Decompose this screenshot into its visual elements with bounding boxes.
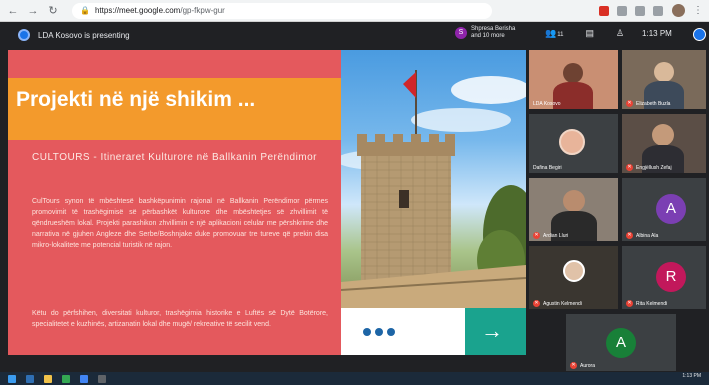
mic-off-icon: ✕ — [570, 362, 577, 369]
participant-name: LDA Kosovo — [533, 101, 561, 107]
participant-name: Albina Ala — [636, 232, 659, 239]
participant-name: Rita Kelmendi — [636, 300, 668, 307]
chip-avatar: S — [455, 27, 467, 39]
more-vert-icon[interactable]: ⋮ — [693, 5, 703, 16]
url-host: https://meet.google.com — [94, 6, 181, 15]
presenter-avatar — [18, 29, 30, 41]
presentation-slide: Projekti në një shikim ... CULTOURS - It… — [8, 50, 526, 355]
presenting-label: LDA Kosovo is presenting — [38, 30, 130, 40]
slide-body-2: Këtu do përfshihen, diversitati kulturor… — [32, 310, 328, 328]
participant-tile[interactable]: ✕ Agustin Kelmendi — [529, 246, 618, 309]
address-bar[interactable]: 🔒 https://meet.google.com /gp-fkpw-gur — [72, 2, 492, 19]
participant-tile[interactable]: ✕ Ardian Lluri — [529, 178, 618, 241]
windows-start-icon[interactable] — [8, 374, 16, 383]
castle-photo — [341, 50, 526, 308]
people-icon[interactable]: 👥11 — [545, 28, 563, 39]
participants-chip[interactable]: S Shpresa Berisha and 10 more — [455, 26, 515, 40]
slide-dot — [363, 328, 371, 336]
file-explorer-icon[interactable] — [44, 374, 52, 383]
participant-tile[interactable]: LDA Kosovo — [529, 50, 618, 109]
lock-icon: 🔒 — [80, 6, 90, 15]
mic-off-icon: ✕ — [626, 300, 633, 307]
reload-icon[interactable]: ↻ — [46, 4, 60, 18]
mic-off-icon: ✕ — [533, 300, 540, 307]
chip-line-2: and 10 more — [471, 33, 505, 39]
slide-dot — [387, 328, 395, 336]
mic-off-icon: ✕ — [626, 232, 633, 239]
extension-icon[interactable] — [635, 5, 645, 16]
meet-window: ← → ↻ 🔒 https://meet.google.com /gp-fkpw… — [0, 0, 709, 385]
browser-toolbar: ← → ↻ 🔒 https://meet.google.com /gp-fkpw… — [0, 0, 709, 22]
slide-dots-box — [341, 308, 465, 355]
meeting-time: 1:13 PM — [642, 29, 672, 38]
participant-tile[interactable]: A ✕ Aurora — [566, 314, 676, 371]
extension-icon[interactable] — [617, 5, 627, 16]
participant-tile[interactable]: ✕ Engjëllush Zefaj — [622, 114, 706, 173]
participant-avatar — [559, 129, 585, 155]
participant-name: Aurora — [580, 362, 596, 369]
slide-title: Projekti në një shikim ... — [16, 88, 256, 111]
participant-name: Agustin Kelmendi — [543, 300, 582, 307]
activities-icon[interactable]: ♙ — [616, 28, 624, 39]
back-arrow-icon[interactable]: ← — [6, 4, 20, 18]
url-path: /gp-fkpw-gur — [180, 6, 225, 15]
slide-pagination — [363, 328, 399, 336]
slide-body: CulTours synon të mbështesë bashkëpunimi… — [32, 198, 328, 249]
participant-name: Ardian Lluri — [543, 232, 569, 239]
app-icon[interactable] — [80, 374, 88, 383]
extension-icon[interactable] — [653, 5, 663, 16]
task-view-icon[interactable] — [26, 374, 34, 383]
mic-off-icon: ✕ — [626, 100, 633, 107]
participant-name: Elizabeth Buzla — [636, 100, 671, 107]
chip-line-1: Shpresa Berisha — [471, 26, 516, 32]
participant-face — [654, 62, 674, 82]
meet-header: LDA Kosovo is presenting S Shpresa Beris… — [0, 22, 709, 48]
slide-dot — [375, 328, 383, 336]
windows-taskbar: 1:13 PM — [0, 372, 709, 385]
forward-arrow-icon[interactable]: → — [26, 4, 40, 18]
taskbar-clock[interactable]: 1:13 PM — [682, 374, 701, 379]
self-avatar[interactable] — [693, 28, 706, 41]
chrome-icon[interactable] — [62, 374, 70, 383]
extension-icon[interactable] — [599, 5, 609, 16]
participant-tile[interactable]: A ✕ Albina Ala — [622, 178, 706, 241]
participant-tile[interactable]: Dafina Begiri — [529, 114, 618, 173]
participant-name: Engjëllush Zefaj — [636, 164, 672, 171]
mic-off-icon: ✕ — [626, 164, 633, 171]
participant-tile[interactable]: R ✕ Rita Kelmendi — [622, 246, 706, 309]
profile-avatar[interactable] — [672, 4, 685, 17]
participant-avatar: A — [656, 194, 686, 224]
participant-face — [563, 260, 585, 282]
participant-face — [652, 124, 674, 146]
slide-subtitle: CULTOURS - Itineraret Kulturore në Ballk… — [32, 152, 318, 163]
participant-avatar: R — [656, 262, 686, 292]
participant-name: Dafina Begiri — [533, 165, 562, 171]
participant-face — [563, 190, 585, 212]
arrow-right-icon: → — [481, 318, 503, 343]
mic-off-icon: ✕ — [533, 232, 540, 239]
participant-avatar: A — [606, 328, 636, 358]
participant-tile[interactable]: ✕ Elizabeth Buzla — [622, 50, 706, 109]
chat-icon[interactable]: ▤ — [585, 28, 594, 39]
participant-face — [563, 63, 583, 83]
app-icon[interactable] — [98, 374, 106, 383]
